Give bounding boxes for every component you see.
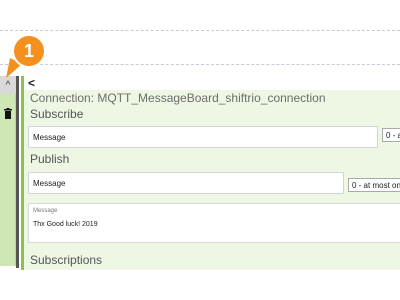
connection-panel: < Connection: MQTT_MessageBoard_shiftrio… [21,76,400,270]
step-callout-badge: 1 [14,36,44,66]
subscribe-heading: Subscribe [30,107,84,121]
header-separator-bottom [0,64,400,65]
back-button[interactable]: < [28,76,35,90]
callout-number: 1 [23,40,34,61]
footer-area [0,270,400,300]
app-window: ^ 1 < Connection: MQTT_MessageBoard_shif… [0,0,400,300]
publish-topic-value: Message [33,178,66,188]
subscriptions-heading: Subscriptions [30,253,103,267]
message-value: Thx Good luck! 2019 [33,221,98,228]
message-label: Message [33,208,58,214]
subscribe-topic-input[interactable]: Message [28,126,378,148]
panel-divider[interactable] [16,76,19,268]
publish-topic-input[interactable]: Message [28,172,344,194]
header-separator-top [0,30,400,31]
sidebar-strip [0,76,16,266]
subscribe-qos-value: 0 - at [386,130,400,140]
trash-icon [4,107,12,119]
subscribe-qos-select[interactable]: 0 - at [382,128,400,142]
delete-button[interactable] [2,106,14,120]
header-area [0,0,400,72]
publish-heading: Publish [30,152,70,166]
publish-qos-value: 0 - at most once [352,180,400,190]
publish-qos-select[interactable]: 0 - at most once [348,178,400,192]
connection-title: Connection: MQTT_MessageBoard_shiftrio_c… [30,91,326,105]
panel-toolbar: < [24,76,400,90]
chevron-up-icon: ^ [5,79,11,91]
subscribe-topic-value: Message [33,132,66,142]
message-textarea[interactable]: Message Thx Good luck! 2019 [28,203,400,243]
